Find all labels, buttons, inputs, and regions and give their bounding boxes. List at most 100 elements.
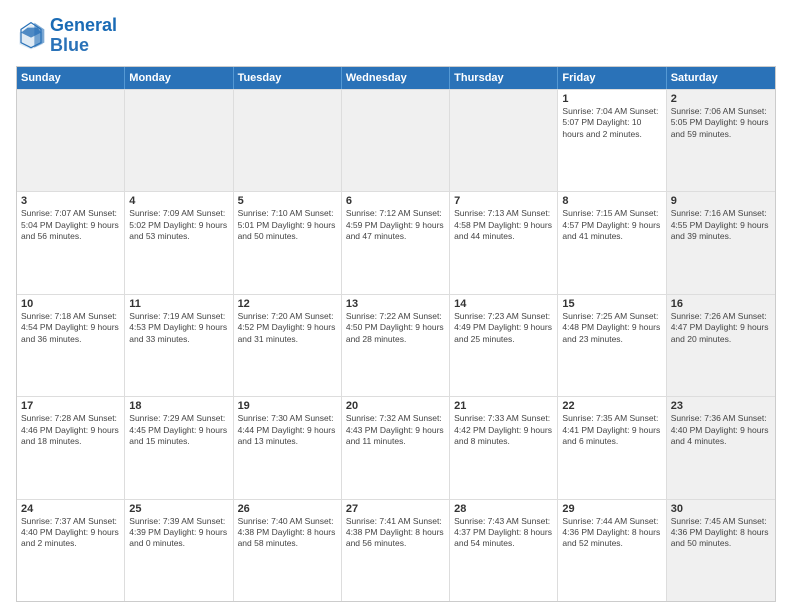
calendar-row-1: 1Sunrise: 7:04 AM Sunset: 5:07 PM Daylig…: [17, 89, 775, 191]
day-cell-11: 11Sunrise: 7:19 AM Sunset: 4:53 PM Dayli…: [125, 295, 233, 396]
day-number: 24: [21, 503, 120, 515]
day-number: 16: [671, 298, 771, 310]
day-info: Sunrise: 7:39 AM Sunset: 4:39 PM Dayligh…: [129, 516, 228, 550]
header-day-tuesday: Tuesday: [234, 67, 342, 89]
day-number: 28: [454, 503, 553, 515]
day-info: Sunrise: 7:30 AM Sunset: 4:44 PM Dayligh…: [238, 413, 337, 447]
day-cell-23: 23Sunrise: 7:36 AM Sunset: 4:40 PM Dayli…: [667, 397, 775, 498]
day-cell-22: 22Sunrise: 7:35 AM Sunset: 4:41 PM Dayli…: [558, 397, 666, 498]
day-info: Sunrise: 7:20 AM Sunset: 4:52 PM Dayligh…: [238, 311, 337, 345]
calendar-header: SundayMondayTuesdayWednesdayThursdayFrid…: [17, 67, 775, 89]
day-info: Sunrise: 7:22 AM Sunset: 4:50 PM Dayligh…: [346, 311, 445, 345]
header-day-wednesday: Wednesday: [342, 67, 450, 89]
day-info: Sunrise: 7:10 AM Sunset: 5:01 PM Dayligh…: [238, 208, 337, 242]
day-info: Sunrise: 7:45 AM Sunset: 4:36 PM Dayligh…: [671, 516, 771, 550]
calendar-row-5: 24Sunrise: 7:37 AM Sunset: 4:40 PM Dayli…: [17, 499, 775, 601]
day-cell-20: 20Sunrise: 7:32 AM Sunset: 4:43 PM Dayli…: [342, 397, 450, 498]
day-cell-16: 16Sunrise: 7:26 AM Sunset: 4:47 PM Dayli…: [667, 295, 775, 396]
logo-text: General Blue: [50, 16, 117, 56]
day-number: 2: [671, 93, 771, 105]
day-info: Sunrise: 7:16 AM Sunset: 4:55 PM Dayligh…: [671, 208, 771, 242]
empty-cell: [125, 90, 233, 191]
day-number: 23: [671, 400, 771, 412]
day-info: Sunrise: 7:06 AM Sunset: 5:05 PM Dayligh…: [671, 106, 771, 140]
day-number: 17: [21, 400, 120, 412]
day-cell-14: 14Sunrise: 7:23 AM Sunset: 4:49 PM Dayli…: [450, 295, 558, 396]
day-cell-29: 29Sunrise: 7:44 AM Sunset: 4:36 PM Dayli…: [558, 500, 666, 601]
empty-cell: [17, 90, 125, 191]
day-cell-26: 26Sunrise: 7:40 AM Sunset: 4:38 PM Dayli…: [234, 500, 342, 601]
header-day-saturday: Saturday: [667, 67, 775, 89]
calendar: SundayMondayTuesdayWednesdayThursdayFrid…: [16, 66, 776, 602]
day-number: 8: [562, 195, 661, 207]
logo: General Blue: [16, 16, 117, 56]
day-cell-17: 17Sunrise: 7:28 AM Sunset: 4:46 PM Dayli…: [17, 397, 125, 498]
day-info: Sunrise: 7:44 AM Sunset: 4:36 PM Dayligh…: [562, 516, 661, 550]
day-info: Sunrise: 7:41 AM Sunset: 4:38 PM Dayligh…: [346, 516, 445, 550]
day-number: 4: [129, 195, 228, 207]
day-info: Sunrise: 7:15 AM Sunset: 4:57 PM Dayligh…: [562, 208, 661, 242]
logo-icon: [16, 21, 46, 51]
day-number: 11: [129, 298, 228, 310]
day-cell-3: 3Sunrise: 7:07 AM Sunset: 5:04 PM Daylig…: [17, 192, 125, 293]
day-cell-8: 8Sunrise: 7:15 AM Sunset: 4:57 PM Daylig…: [558, 192, 666, 293]
day-cell-5: 5Sunrise: 7:10 AM Sunset: 5:01 PM Daylig…: [234, 192, 342, 293]
day-cell-7: 7Sunrise: 7:13 AM Sunset: 4:58 PM Daylig…: [450, 192, 558, 293]
day-cell-27: 27Sunrise: 7:41 AM Sunset: 4:38 PM Dayli…: [342, 500, 450, 601]
day-number: 10: [21, 298, 120, 310]
day-info: Sunrise: 7:25 AM Sunset: 4:48 PM Dayligh…: [562, 311, 661, 345]
calendar-body: 1Sunrise: 7:04 AM Sunset: 5:07 PM Daylig…: [17, 89, 775, 601]
day-number: 21: [454, 400, 553, 412]
day-number: 3: [21, 195, 120, 207]
day-info: Sunrise: 7:36 AM Sunset: 4:40 PM Dayligh…: [671, 413, 771, 447]
empty-cell: [234, 90, 342, 191]
day-info: Sunrise: 7:28 AM Sunset: 4:46 PM Dayligh…: [21, 413, 120, 447]
header-day-friday: Friday: [558, 67, 666, 89]
day-cell-2: 2Sunrise: 7:06 AM Sunset: 5:05 PM Daylig…: [667, 90, 775, 191]
header-day-sunday: Sunday: [17, 67, 125, 89]
day-number: 26: [238, 503, 337, 515]
day-info: Sunrise: 7:18 AM Sunset: 4:54 PM Dayligh…: [21, 311, 120, 345]
day-info: Sunrise: 7:04 AM Sunset: 5:07 PM Dayligh…: [562, 106, 661, 140]
day-cell-18: 18Sunrise: 7:29 AM Sunset: 4:45 PM Dayli…: [125, 397, 233, 498]
empty-cell: [342, 90, 450, 191]
day-info: Sunrise: 7:09 AM Sunset: 5:02 PM Dayligh…: [129, 208, 228, 242]
calendar-row-2: 3Sunrise: 7:07 AM Sunset: 5:04 PM Daylig…: [17, 191, 775, 293]
day-number: 9: [671, 195, 771, 207]
day-cell-1: 1Sunrise: 7:04 AM Sunset: 5:07 PM Daylig…: [558, 90, 666, 191]
day-number: 15: [562, 298, 661, 310]
day-number: 18: [129, 400, 228, 412]
empty-cell: [450, 90, 558, 191]
calendar-row-3: 10Sunrise: 7:18 AM Sunset: 4:54 PM Dayli…: [17, 294, 775, 396]
day-cell-4: 4Sunrise: 7:09 AM Sunset: 5:02 PM Daylig…: [125, 192, 233, 293]
day-number: 22: [562, 400, 661, 412]
calendar-row-4: 17Sunrise: 7:28 AM Sunset: 4:46 PM Dayli…: [17, 396, 775, 498]
day-number: 13: [346, 298, 445, 310]
day-cell-9: 9Sunrise: 7:16 AM Sunset: 4:55 PM Daylig…: [667, 192, 775, 293]
day-number: 14: [454, 298, 553, 310]
header: General Blue: [16, 16, 776, 56]
day-cell-10: 10Sunrise: 7:18 AM Sunset: 4:54 PM Dayli…: [17, 295, 125, 396]
day-cell-24: 24Sunrise: 7:37 AM Sunset: 4:40 PM Dayli…: [17, 500, 125, 601]
day-info: Sunrise: 7:35 AM Sunset: 4:41 PM Dayligh…: [562, 413, 661, 447]
day-cell-15: 15Sunrise: 7:25 AM Sunset: 4:48 PM Dayli…: [558, 295, 666, 396]
day-number: 1: [562, 93, 661, 105]
day-info: Sunrise: 7:07 AM Sunset: 5:04 PM Dayligh…: [21, 208, 120, 242]
day-info: Sunrise: 7:29 AM Sunset: 4:45 PM Dayligh…: [129, 413, 228, 447]
day-cell-13: 13Sunrise: 7:22 AM Sunset: 4:50 PM Dayli…: [342, 295, 450, 396]
day-number: 19: [238, 400, 337, 412]
day-cell-19: 19Sunrise: 7:30 AM Sunset: 4:44 PM Dayli…: [234, 397, 342, 498]
day-info: Sunrise: 7:32 AM Sunset: 4:43 PM Dayligh…: [346, 413, 445, 447]
day-number: 20: [346, 400, 445, 412]
day-info: Sunrise: 7:13 AM Sunset: 4:58 PM Dayligh…: [454, 208, 553, 242]
day-number: 6: [346, 195, 445, 207]
day-number: 25: [129, 503, 228, 515]
day-number: 12: [238, 298, 337, 310]
day-info: Sunrise: 7:26 AM Sunset: 4:47 PM Dayligh…: [671, 311, 771, 345]
day-cell-28: 28Sunrise: 7:43 AM Sunset: 4:37 PM Dayli…: [450, 500, 558, 601]
header-day-thursday: Thursday: [450, 67, 558, 89]
day-info: Sunrise: 7:43 AM Sunset: 4:37 PM Dayligh…: [454, 516, 553, 550]
day-info: Sunrise: 7:33 AM Sunset: 4:42 PM Dayligh…: [454, 413, 553, 447]
day-number: 7: [454, 195, 553, 207]
day-info: Sunrise: 7:12 AM Sunset: 4:59 PM Dayligh…: [346, 208, 445, 242]
